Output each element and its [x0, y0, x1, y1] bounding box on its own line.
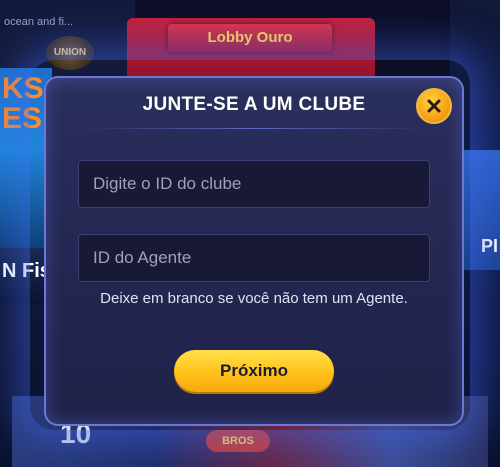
- close-button[interactable]: [416, 88, 452, 124]
- agent-hint-text: Deixe em branco se você não tem um Agent…: [100, 290, 408, 307]
- agent-id-input[interactable]: [78, 234, 430, 282]
- club-id-input[interactable]: [78, 160, 430, 208]
- lobby-ouro-ribbon: Lobby Ouro: [168, 24, 332, 52]
- lobby-bottom-badge: BROS: [206, 430, 270, 452]
- lobby-game-tile-right-text: PI: [480, 236, 498, 256]
- lobby-game-caption: ocean and fi...: [4, 16, 74, 28]
- join-club-dialog: JUNTE-SE A UM CLUBE Deixe em branco se v…: [44, 76, 464, 426]
- close-icon: [427, 99, 441, 113]
- dialog-title: JUNTE-SE A UM CLUBE: [142, 94, 366, 115]
- title-divider: [82, 128, 426, 129]
- next-button[interactable]: Próximo: [174, 350, 334, 392]
